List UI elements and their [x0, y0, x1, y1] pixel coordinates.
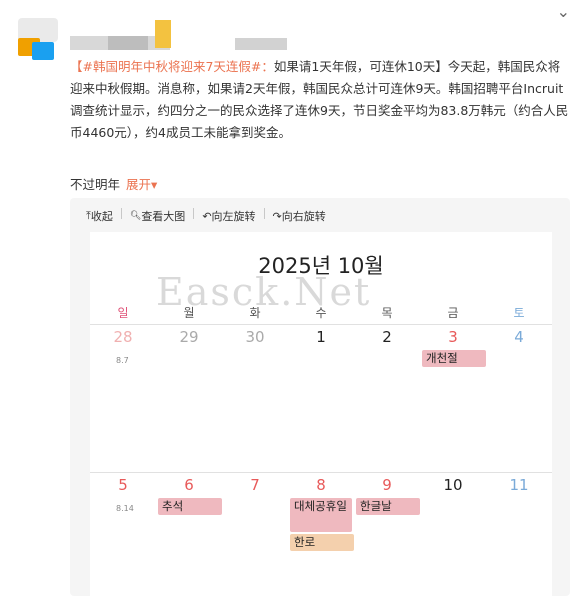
- calendar-day: 9: [382, 476, 392, 494]
- calendar-day: 7: [250, 476, 260, 494]
- week-divider: [90, 472, 552, 473]
- calendar-event: 한글날: [356, 498, 420, 515]
- divider: [120, 208, 122, 219]
- expand-button[interactable]: 展开▾: [126, 177, 157, 192]
- weekday-header: 월: [183, 306, 195, 320]
- post-footer-text: 不过明年: [70, 177, 121, 192]
- calendar-day: 6: [184, 476, 194, 494]
- lunar-date: 8.7: [116, 356, 129, 365]
- chevron-down-icon: ▾: [151, 177, 158, 192]
- calendar-day: 5: [118, 476, 128, 494]
- weekday-header: 목: [381, 306, 393, 320]
- weekday-header: 금: [447, 306, 459, 320]
- calendar-day: 1: [316, 328, 326, 346]
- image-viewer: ⤒ 收起 🔍︎ 查看大图 ↶ 向左旋转 ↷ 向右旋转 2025년 10월 Easck.N…: [70, 198, 570, 596]
- rotate-left-button[interactable]: ↶ 向左旋转: [202, 208, 255, 224]
- rotate-right-label: 向右旋转: [281, 210, 326, 223]
- lunar-date: 8.14: [116, 504, 134, 513]
- divider: [193, 208, 195, 219]
- post-text: 【#韩国明年中秋将迎来7天连假#：如果请1天年假，可连休10天】今天起，韩国民众…: [70, 56, 570, 144]
- divider: [263, 208, 265, 219]
- collapse-label: 收起: [90, 210, 113, 223]
- calendar-day: 29: [179, 328, 199, 346]
- image-toolbar: ⤒ 收起 🔍︎ 查看大图 ↶ 向左旋转 ↷ 向右旋转: [86, 208, 326, 224]
- calendar-event: 추석: [158, 498, 222, 515]
- rotate-right-icon: ↷: [272, 209, 282, 223]
- rotate-left-label: 向左旋转: [211, 210, 256, 223]
- view-large-button[interactable]: 🔍︎ 查看大图: [130, 208, 185, 224]
- calendar-day: 8: [316, 476, 326, 494]
- calendar-event: 대체공휴일: [290, 498, 352, 532]
- calendar-day: 30: [245, 328, 265, 346]
- week-divider: [90, 324, 552, 325]
- chevron-down-icon[interactable]: ⌄: [557, 2, 570, 21]
- avatar[interactable]: [18, 18, 64, 60]
- weekday-header: 화: [249, 306, 261, 320]
- calendar-image[interactable]: 2025년 10월 Easck.Net 일 월 화 수 목 금 토 28 29 30 1 2 3 4 8.7…: [90, 232, 552, 596]
- calendar-day: 11: [509, 476, 529, 494]
- weekday-header: 토: [513, 306, 525, 320]
- weekday-header: 수: [315, 306, 327, 320]
- search-icon: 🔍︎: [129, 211, 142, 221]
- weekday-header: 일: [117, 306, 129, 320]
- calendar-day: 4: [514, 328, 524, 346]
- view-large-label: 查看大图: [141, 210, 186, 223]
- hashtag-link[interactable]: 【#韩国明年中秋将迎来7天连假#：: [70, 59, 274, 74]
- calendar-day: 2: [382, 328, 392, 346]
- post-more-line: 不过明年 展开▾: [70, 174, 157, 193]
- collapse-button[interactable]: ⤒ 收起: [86, 208, 113, 224]
- rotate-left-icon: ↶: [202, 209, 212, 223]
- username-blurred-part: [108, 36, 148, 50]
- calendar-event: 개천절: [422, 350, 486, 367]
- rotate-right-button[interactable]: ↷ 向右旋转: [273, 208, 326, 224]
- calendar-day: 10: [443, 476, 463, 494]
- post-meta-blurred: [235, 38, 287, 50]
- calendar-day: 28: [113, 328, 133, 346]
- badge-icon: [155, 20, 171, 48]
- calendar-day: 3: [448, 328, 458, 346]
- calendar-event: 한로: [290, 534, 354, 551]
